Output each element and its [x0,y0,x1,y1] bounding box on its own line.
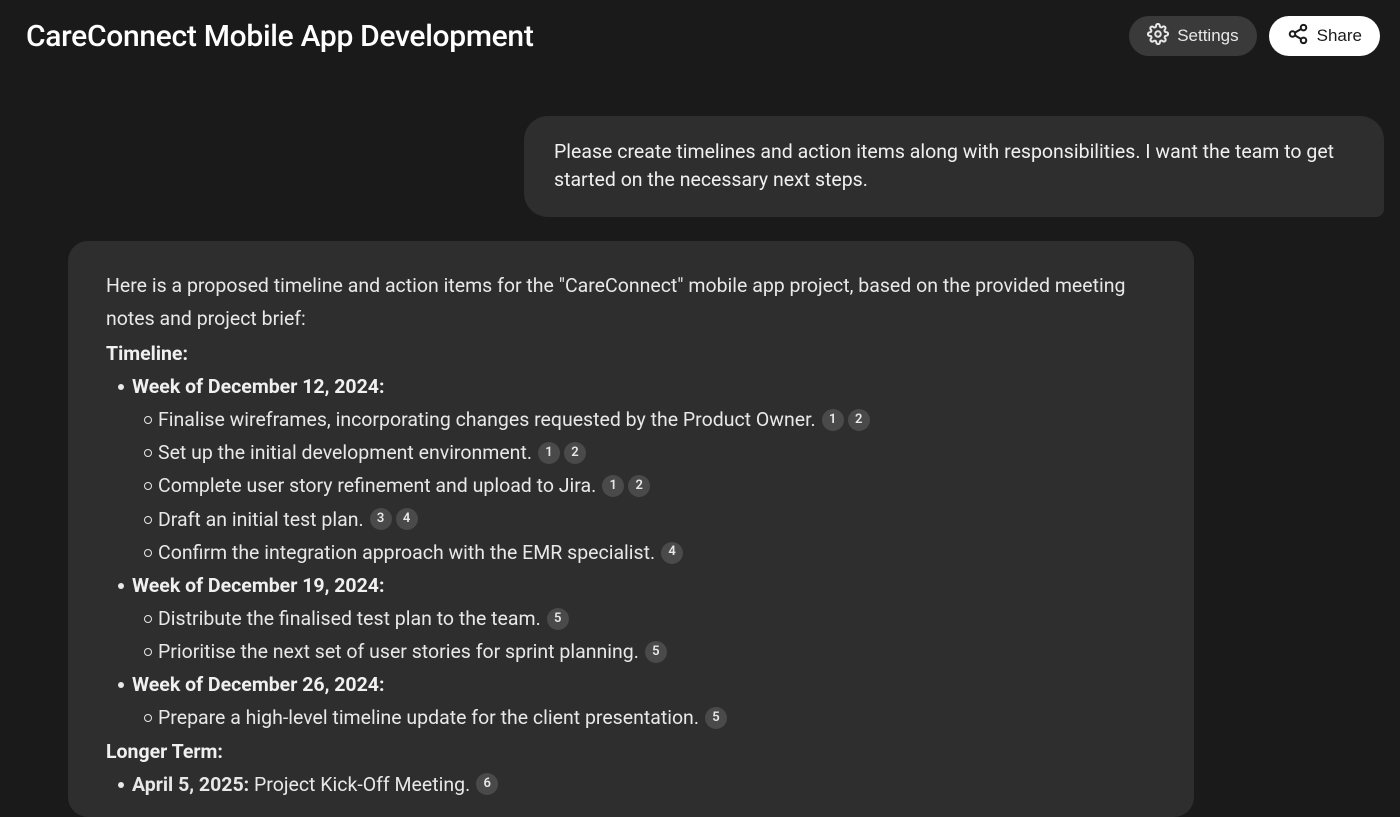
timeline-item-text: Distribute the finalised test plan to th… [158,607,541,630]
settings-label: Settings [1177,26,1238,46]
longer-term-date: April 5, 2025: [132,773,249,796]
timeline-item: Confirm the integration approach with th… [144,536,1156,569]
timeline-item: Distribute the finalised test plan to th… [144,602,1156,635]
conversation: Please create timelines and action items… [0,72,1400,817]
reference-badge[interactable]: 2 [848,409,870,431]
user-message-text: Please create timelines and action items… [554,140,1334,191]
timeline-week: Week of December 19, 2024: Distribute the… [118,569,1156,668]
timeline-item: Prioritise the next set of user stories … [144,635,1156,668]
reference-badge[interactable]: 4 [661,542,683,564]
timeline-item: Finalise wireframes, incorporating chang… [144,403,1156,436]
assistant-message-bubble: Here is a proposed timeline and action i… [68,241,1194,817]
reference-badge[interactable]: 2 [628,475,650,497]
reference-badge[interactable]: 5 [645,641,667,663]
timeline-list: Week of December 12, 2024: Finalise wiref… [106,370,1156,735]
longer-term-item: April 5, 2025: Project Kick-Off Meeting.… [118,768,1156,801]
reference-badge[interactable]: 4 [396,508,418,530]
week-label: Week of December 26, 2024: [132,673,384,696]
timeline-item-text: Prioritise the next set of user stories … [158,640,639,663]
timeline-item-text: Prepare a high-level timeline update for… [158,706,699,729]
user-message-bubble: Please create timelines and action items… [524,116,1384,217]
reference-badge[interactable]: 5 [705,707,727,729]
settings-button[interactable]: Settings [1129,16,1256,56]
reference-badge[interactable]: 2 [564,442,586,464]
page-title: CareConnect Mobile App Development [26,19,534,54]
timeline-item-text: Finalise wireframes, incorporating chang… [158,408,816,431]
reference-badge[interactable]: 6 [476,773,498,795]
longer-term-heading: Longer Term: [106,735,1156,768]
timeline-item: Set up the initial development environme… [144,436,1156,469]
assistant-intro: Here is a proposed timeline and action i… [106,269,1156,335]
timeline-item: Prepare a high-level timeline update for… [144,701,1156,734]
timeline-item-text: Complete user story refinement and uploa… [158,474,596,497]
timeline-item-text: Confirm the integration approach with th… [158,541,655,564]
reference-badge[interactable]: 1 [822,409,844,431]
week-items: Finalise wireframes, incorporating chang… [132,403,1156,569]
share-icon [1287,23,1309,50]
header: CareConnect Mobile App Development Setti… [0,0,1400,72]
reference-badge[interactable]: 3 [370,508,392,530]
timeline-heading: Timeline: [106,337,1156,370]
timeline-item-text: Set up the initial development environme… [158,441,532,464]
week-label: Week of December 12, 2024: [132,375,384,398]
week-items: Distribute the finalised test plan to th… [132,602,1156,668]
reference-badge[interactable]: 5 [547,608,569,630]
share-label: Share [1317,26,1362,46]
timeline-item-text: Draft an initial test plan. [158,508,364,531]
week-items: Prepare a high-level timeline update for… [132,701,1156,734]
timeline-week: Week of December 26, 2024: Prepare a high… [118,668,1156,734]
gear-icon [1147,23,1169,50]
timeline-item: Draft an initial test plan. 34 [144,503,1156,536]
timeline-item: Complete user story refinement and uploa… [144,469,1156,502]
timeline-week: Week of December 12, 2024: Finalise wiref… [118,370,1156,569]
longer-term-text: Project Kick-Off Meeting. [249,773,470,796]
reference-badge[interactable]: 1 [538,442,560,464]
header-actions: Settings Share [1129,16,1380,56]
week-label: Week of December 19, 2024: [132,574,384,597]
share-button[interactable]: Share [1269,16,1380,56]
longer-term-list: April 5, 2025: Project Kick-Off Meeting.… [106,768,1156,801]
reference-badge[interactable]: 1 [602,475,624,497]
